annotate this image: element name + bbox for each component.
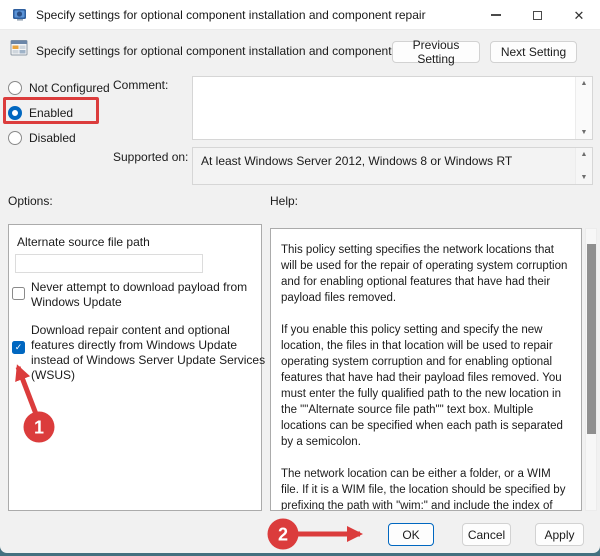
radio-not-configured[interactable]: Not Configured xyxy=(8,79,110,97)
radio-disabled[interactable]: Disabled xyxy=(8,129,76,147)
window-title: Specify settings for optional component … xyxy=(36,8,426,22)
minimize-button[interactable] xyxy=(475,0,517,30)
policy-setting-dialog: Specify settings for optional component … xyxy=(0,0,600,553)
radio-selected-icon xyxy=(8,106,22,120)
radio-label: Enabled xyxy=(29,106,74,120)
radio-label: Disabled xyxy=(29,131,76,145)
policy-setting-icon xyxy=(10,40,28,56)
minimize-icon xyxy=(491,14,501,16)
checkbox-never-download-payload[interactable] xyxy=(12,287,25,300)
ok-button[interactable]: OK xyxy=(388,523,434,546)
help-paragraph: The network location can be either a fol… xyxy=(281,468,566,511)
scrollbar-thumb[interactable] xyxy=(586,244,596,434)
radio-icon xyxy=(8,131,22,145)
help-section-label: Help: xyxy=(270,194,299,208)
scroll-up-icon[interactable]: ▲ xyxy=(581,80,588,87)
supported-on-label: Supported on: xyxy=(113,150,189,164)
help-paragraph: If you enable this policy setting and sp… xyxy=(281,324,563,448)
scroll-down-icon[interactable]: ▼ xyxy=(581,174,588,181)
radio-icon xyxy=(8,81,22,95)
supported-on-value: At least Windows Server 2012, Windows 8 … xyxy=(201,154,513,168)
setting-title: Specify settings for optional component … xyxy=(36,44,426,58)
checkbox-download-repair-content[interactable]: ✓ xyxy=(12,341,25,354)
cancel-button[interactable]: Cancel xyxy=(462,523,511,546)
help-scrollbar[interactable] xyxy=(585,228,597,511)
supported-on-field: At least Windows Server 2012, Windows 8 … xyxy=(192,147,593,185)
comment-label: Comment: xyxy=(113,78,169,92)
help-paragraph: This policy setting specifies the networ… xyxy=(281,244,568,304)
comment-scrollbar[interactable]: ▲ ▼ xyxy=(575,77,592,139)
scroll-up-icon[interactable]: ▲ xyxy=(581,151,588,158)
title-bar: Specify settings for optional component … xyxy=(0,0,600,30)
options-section-label: Options: xyxy=(8,194,53,208)
comment-textarea[interactable]: ▲ ▼ xyxy=(192,76,593,140)
help-text-panel: This policy setting specifies the networ… xyxy=(270,228,582,511)
options-panel: Alternate source file path Never attempt… xyxy=(8,224,265,511)
maximize-button[interactable] xyxy=(516,0,558,30)
close-button[interactable]: ✕ xyxy=(558,0,600,30)
supported-on-scrollbar[interactable]: ▲ ▼ xyxy=(575,148,592,184)
checkbox-label[interactable]: Never attempt to download payload from W… xyxy=(31,280,251,310)
apply-button[interactable]: Apply xyxy=(535,523,584,546)
checkmark-icon: ✓ xyxy=(14,342,23,352)
alternate-source-path-label: Alternate source file path xyxy=(17,235,150,249)
scroll-down-icon[interactable]: ▼ xyxy=(581,129,588,136)
close-icon: ✕ xyxy=(573,7,585,23)
radio-label: Not Configured xyxy=(29,81,110,95)
maximize-icon xyxy=(532,10,542,20)
checkbox-label[interactable]: Download repair content and optional fea… xyxy=(31,323,266,383)
next-setting-button[interactable]: Next Setting xyxy=(490,41,577,63)
group-policy-app-icon xyxy=(13,9,26,21)
radio-enabled[interactable]: Enabled xyxy=(8,104,73,122)
previous-setting-button[interactable]: Previous Setting xyxy=(392,38,480,66)
alternate-source-path-input[interactable] xyxy=(15,254,203,273)
